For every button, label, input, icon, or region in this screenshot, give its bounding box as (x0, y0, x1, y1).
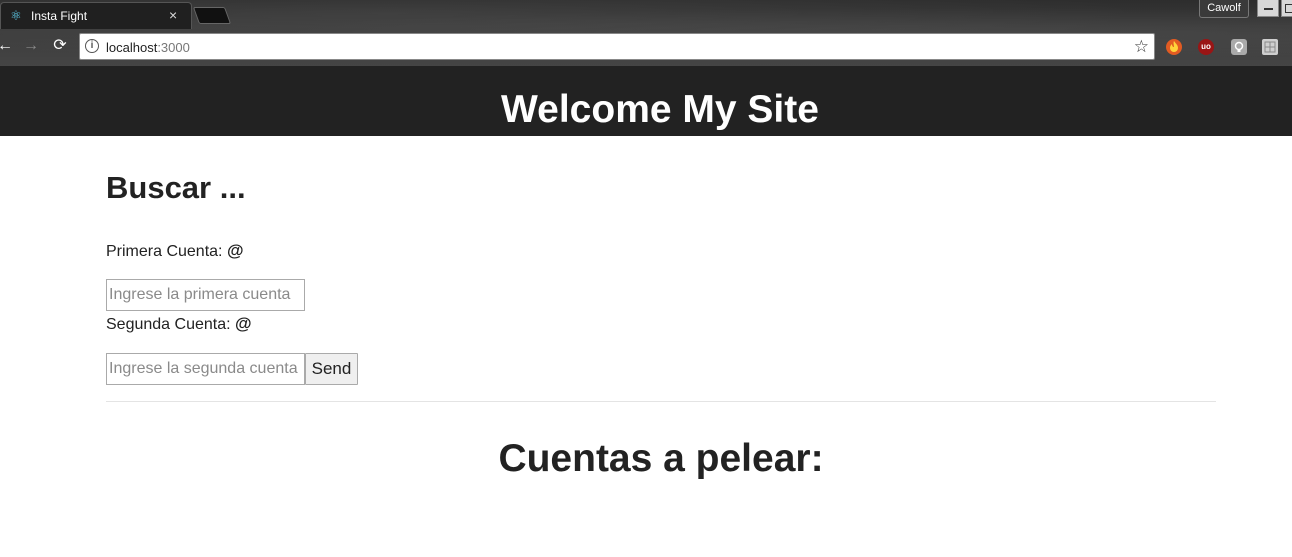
second-account-input[interactable] (106, 353, 305, 385)
fire-extension-icon[interactable] (1166, 39, 1182, 55)
second-account-label: Segunda Cuenta: @ (106, 314, 252, 334)
divider (106, 401, 1216, 402)
search-heading: Buscar ... (106, 170, 246, 205)
react-icon: ⚛ (10, 8, 22, 23)
maximize-button[interactable] (1281, 0, 1292, 17)
bookmark-star-icon[interactable]: ☆ (1134, 37, 1149, 57)
ublock-icon[interactable]: uo (1198, 39, 1214, 55)
profile-button[interactable]: Cawolf (1199, 0, 1249, 18)
forward-icon[interactable]: → (22, 37, 40, 55)
puzzle-extension-icon[interactable] (1262, 39, 1278, 55)
browser-chrome: ⚛ Insta Fight × Cawolf ← → ⟳ i localhost… (0, 0, 1292, 66)
site-title: Welcome My Site (501, 88, 819, 131)
send-button[interactable]: Send (305, 353, 358, 385)
back-icon[interactable]: ← (0, 37, 14, 55)
url-text[interactable]: localhost:3000 (106, 40, 190, 55)
fight-heading: Cuentas a pelear: (498, 437, 824, 480)
minimize-button[interactable] (1257, 0, 1279, 17)
first-account-label: Primera Cuenta: @ (106, 241, 244, 261)
reload-icon[interactable]: ⟳ (51, 37, 69, 55)
tab-title: Insta Fight (31, 9, 88, 23)
lightbulb-extension-icon[interactable] (1231, 39, 1247, 55)
at-symbol: @ (226, 241, 244, 260)
tab-insta-fight[interactable]: ⚛ Insta Fight × (0, 2, 192, 29)
first-account-input[interactable] (106, 279, 305, 311)
address-bar[interactable]: i localhost:3000 ☆ (79, 33, 1155, 60)
info-icon[interactable]: i (85, 39, 99, 53)
at-symbol: @ (235, 314, 252, 333)
new-tab-button[interactable] (192, 7, 232, 24)
site-header: Welcome My Site (0, 66, 1292, 136)
close-tab-icon[interactable]: × (169, 8, 177, 22)
